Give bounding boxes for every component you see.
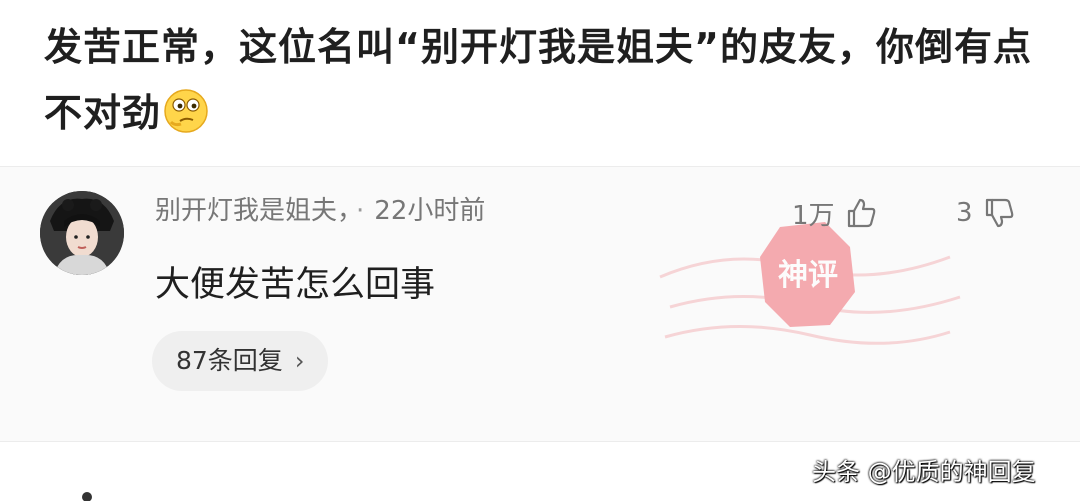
- comment-card: 神评 别开灯我是姐夫， · 22小时前 大便发苦怎么回事 87条回复 › 1万 3: [0, 166, 1080, 442]
- comment-meta: 别开灯我是姐夫， · 22小时前: [155, 193, 485, 229]
- comment-username[interactable]: 别开灯我是姐夫，: [155, 196, 350, 226]
- avatar[interactable]: [40, 191, 124, 275]
- partial-next-item: [82, 492, 92, 501]
- like-button[interactable]: 1万: [792, 193, 879, 233]
- comment-time: 22小时前: [374, 196, 486, 226]
- thumbs-up-icon: [847, 198, 875, 228]
- thinking-face-icon: [163, 88, 209, 134]
- dislike-button[interactable]: 3: [956, 193, 1017, 233]
- view-replies-button[interactable]: 87条回复 ›: [152, 331, 329, 391]
- post-headline: 发苦正常，这位名叫“别开灯我是姐夫”的皮友，你倒有点不对劲: [44, 14, 1054, 146]
- dislike-count: 3: [956, 198, 973, 228]
- thumbs-down-icon: [985, 198, 1013, 228]
- like-count: 1万: [792, 200, 835, 231]
- source-watermark: 头条 @优质的神回复: [812, 458, 1036, 486]
- shenping-stamp: 神评: [659, 222, 961, 345]
- chevron-right-icon: ›: [294, 347, 305, 375]
- stamp-label: 神评: [778, 258, 838, 293]
- replies-label: 87条回复: [176, 346, 283, 375]
- comment-text: 大便发苦怎么回事: [155, 265, 436, 305]
- meta-separator: ·: [356, 196, 365, 226]
